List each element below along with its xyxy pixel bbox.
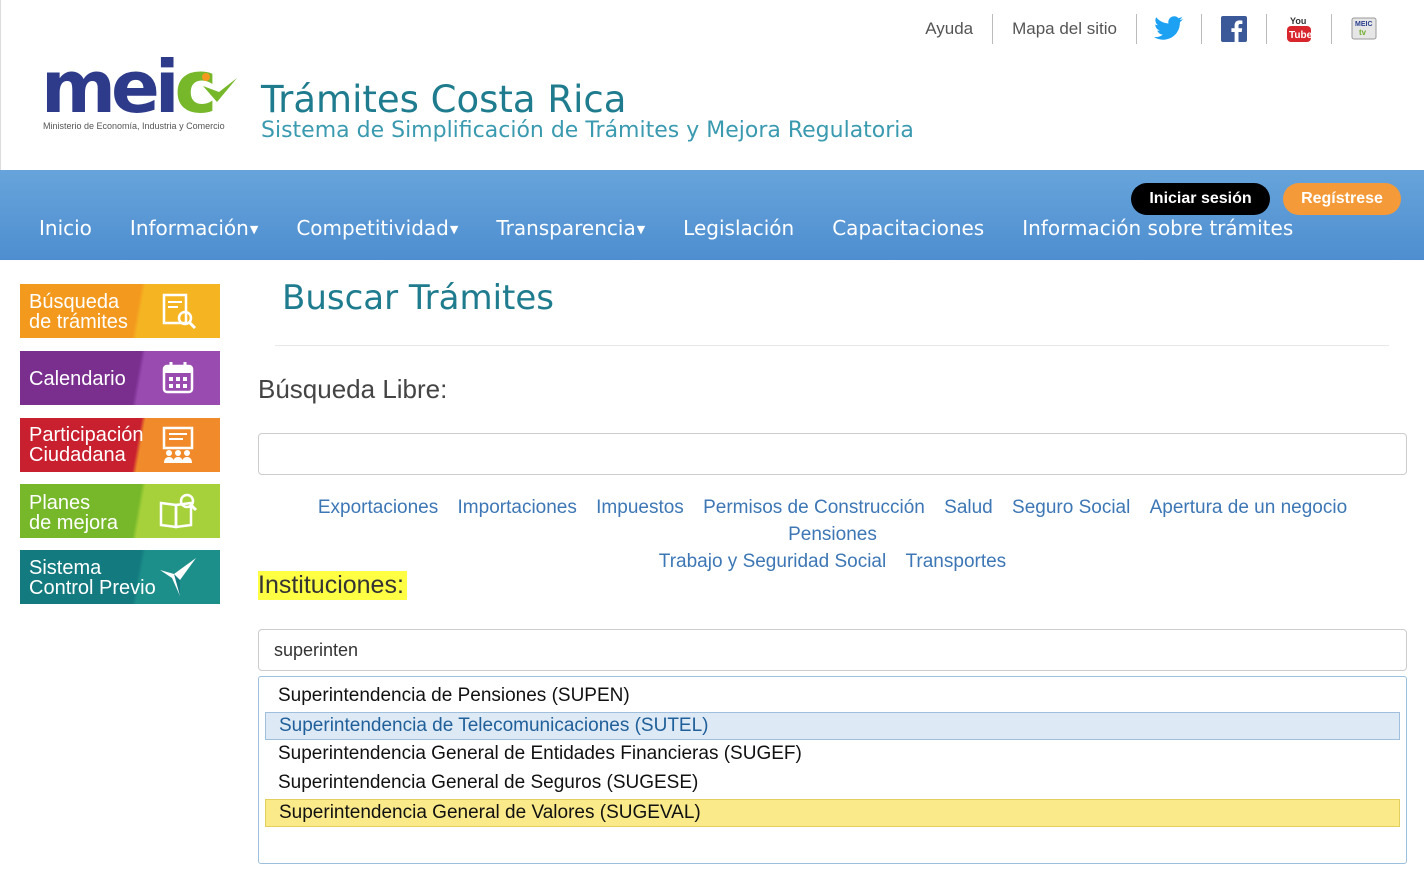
- tag-link[interactable]: Seguro Social: [1012, 497, 1130, 518]
- svg-text:Tube: Tube: [1289, 30, 1312, 41]
- logo-check-icon: [202, 73, 237, 102]
- nav-item-competitividad[interactable]: Competitividad▼: [296, 216, 458, 240]
- help-link[interactable]: Ayuda: [906, 19, 992, 39]
- svg-text:MEIC: MEIC: [1355, 21, 1373, 28]
- nav-item-label: Legislación: [683, 216, 795, 240]
- nav-item-label: Capacitaciones: [832, 216, 985, 240]
- tag-link[interactable]: Impuestos: [596, 497, 684, 518]
- nav-item-label: Información: [129, 216, 249, 240]
- nav-item-capacitaciones[interactable]: Capacitaciones: [832, 216, 984, 240]
- nav-item-inicio[interactable]: Inicio: [39, 216, 92, 240]
- nav-item-label: Inicio: [39, 216, 92, 240]
- meic-logo[interactable]: meic Ministerio de Economía, Industria y…: [41, 50, 241, 140]
- autocomplete-option-hover[interactable]: Superintendencia de Telecomunicaciones (…: [265, 712, 1400, 740]
- topic-tags: Exportaciones Importaciones Impuestos Pe…: [258, 494, 1407, 575]
- sidebar-item-label: Búsqueda de trámites: [29, 291, 128, 333]
- nav-item-informacion[interactable]: Información▼: [130, 216, 258, 240]
- divider: [1201, 14, 1202, 44]
- divider: [1266, 14, 1267, 44]
- svg-text:tv: tv: [1359, 28, 1367, 37]
- divider: [275, 345, 1389, 346]
- caret-down-icon: ▼: [636, 223, 646, 236]
- tag-link[interactable]: Trabajo y Seguridad Social: [659, 551, 886, 572]
- main-navbar: Iniciar sesión Regístrese Inicio Informa…: [0, 170, 1424, 260]
- nav-item-label: Competitividad: [296, 216, 449, 240]
- sidebar-item-label: Calendario: [29, 368, 126, 390]
- nav-menu: Inicio Información▼ Competitividad▼ Tran…: [39, 216, 1331, 240]
- divider: [1136, 14, 1137, 44]
- institutions-label: Instituciones:: [258, 571, 407, 600]
- tag-link[interactable]: Exportaciones: [318, 497, 438, 518]
- youtube-icon[interactable]: You Tube: [1284, 14, 1314, 44]
- top-links: Ayuda Mapa del sitio You Tube MEIC tv: [906, 14, 1396, 44]
- tag-link[interactable]: Pensiones: [788, 524, 877, 545]
- meic-tv-icon[interactable]: MEIC tv: [1349, 14, 1379, 44]
- autocomplete-option[interactable]: Superintendencia General de Entidades Fi…: [265, 740, 1400, 768]
- caret-down-icon: ▼: [449, 223, 459, 236]
- nav-item-info-tramites[interactable]: Información sobre trámites: [1022, 216, 1293, 240]
- sidebar-item-busqueda[interactable]: Búsqueda de trámites: [20, 284, 220, 338]
- tag-link[interactable]: Apertura de un negocio: [1150, 497, 1348, 518]
- autocomplete-option[interactable]: Superintendencia de Pensiones (SUPEN): [265, 682, 1400, 710]
- sidebar-item-label: Participación Ciudadana: [29, 424, 144, 466]
- free-search-input[interactable]: [258, 433, 1407, 475]
- nav-item-label: Transparencia: [496, 216, 636, 240]
- nav-item-label: Información sobre trámites: [1022, 216, 1294, 240]
- arrow-check-icon: [135, 550, 220, 604]
- free-search-label: Búsqueda Libre:: [258, 374, 448, 404]
- caret-down-icon: ▼: [249, 223, 259, 236]
- sidebar-item-participacion[interactable]: Participación Ciudadana: [20, 418, 220, 472]
- sidebar-item-control-previo[interactable]: Sistema Control Previo: [20, 550, 220, 604]
- sidebar-item-label: Planes de mejora: [29, 492, 118, 534]
- book-search-icon: [135, 484, 220, 538]
- calendar-icon: [135, 351, 220, 405]
- tag-link[interactable]: Transportes: [906, 551, 1007, 572]
- facebook-icon[interactable]: [1219, 14, 1249, 44]
- sitemap-link[interactable]: Mapa del sitio: [993, 19, 1136, 39]
- autocomplete-option-selected[interactable]: Superintendencia General de Valores (SUG…: [265, 799, 1400, 827]
- tag-link[interactable]: Importaciones: [458, 497, 577, 518]
- institutions-input[interactable]: superinten: [258, 629, 1407, 671]
- login-button[interactable]: Iniciar sesión: [1131, 183, 1270, 215]
- autocomplete-dropdown: Superintendencia de Pensiones (SUPEN) Su…: [258, 676, 1407, 864]
- tag-link[interactable]: Permisos de Construcción: [703, 497, 925, 518]
- logo-caption: Ministerio de Economía, Industria y Come…: [43, 121, 225, 131]
- twitter-icon[interactable]: [1154, 14, 1184, 44]
- sidebar-item-planes[interactable]: Planes de mejora: [20, 484, 220, 538]
- tag-link[interactable]: Salud: [944, 497, 993, 518]
- nav-item-transparencia[interactable]: Transparencia▼: [496, 216, 645, 240]
- sidebar-item-calendario[interactable]: Calendario: [20, 351, 220, 405]
- page-title: Buscar Trámites: [282, 278, 555, 318]
- search-document-icon: [135, 284, 220, 338]
- people-board-icon: [135, 418, 220, 472]
- header: Ayuda Mapa del sitio You Tube MEIC tv meic…: [0, 0, 1424, 170]
- nav-item-legislacion[interactable]: Legislación: [683, 216, 794, 240]
- site-title: Trámites Costa Rica: [261, 78, 627, 121]
- svg-text:You: You: [1290, 16, 1306, 26]
- site-subtitle: Sistema de Simplificación de Trámites y …: [261, 118, 914, 143]
- register-button[interactable]: Regístrese: [1283, 183, 1401, 215]
- divider: [1331, 14, 1332, 44]
- autocomplete-option[interactable]: Superintendencia General de Seguros (SUG…: [265, 769, 1400, 797]
